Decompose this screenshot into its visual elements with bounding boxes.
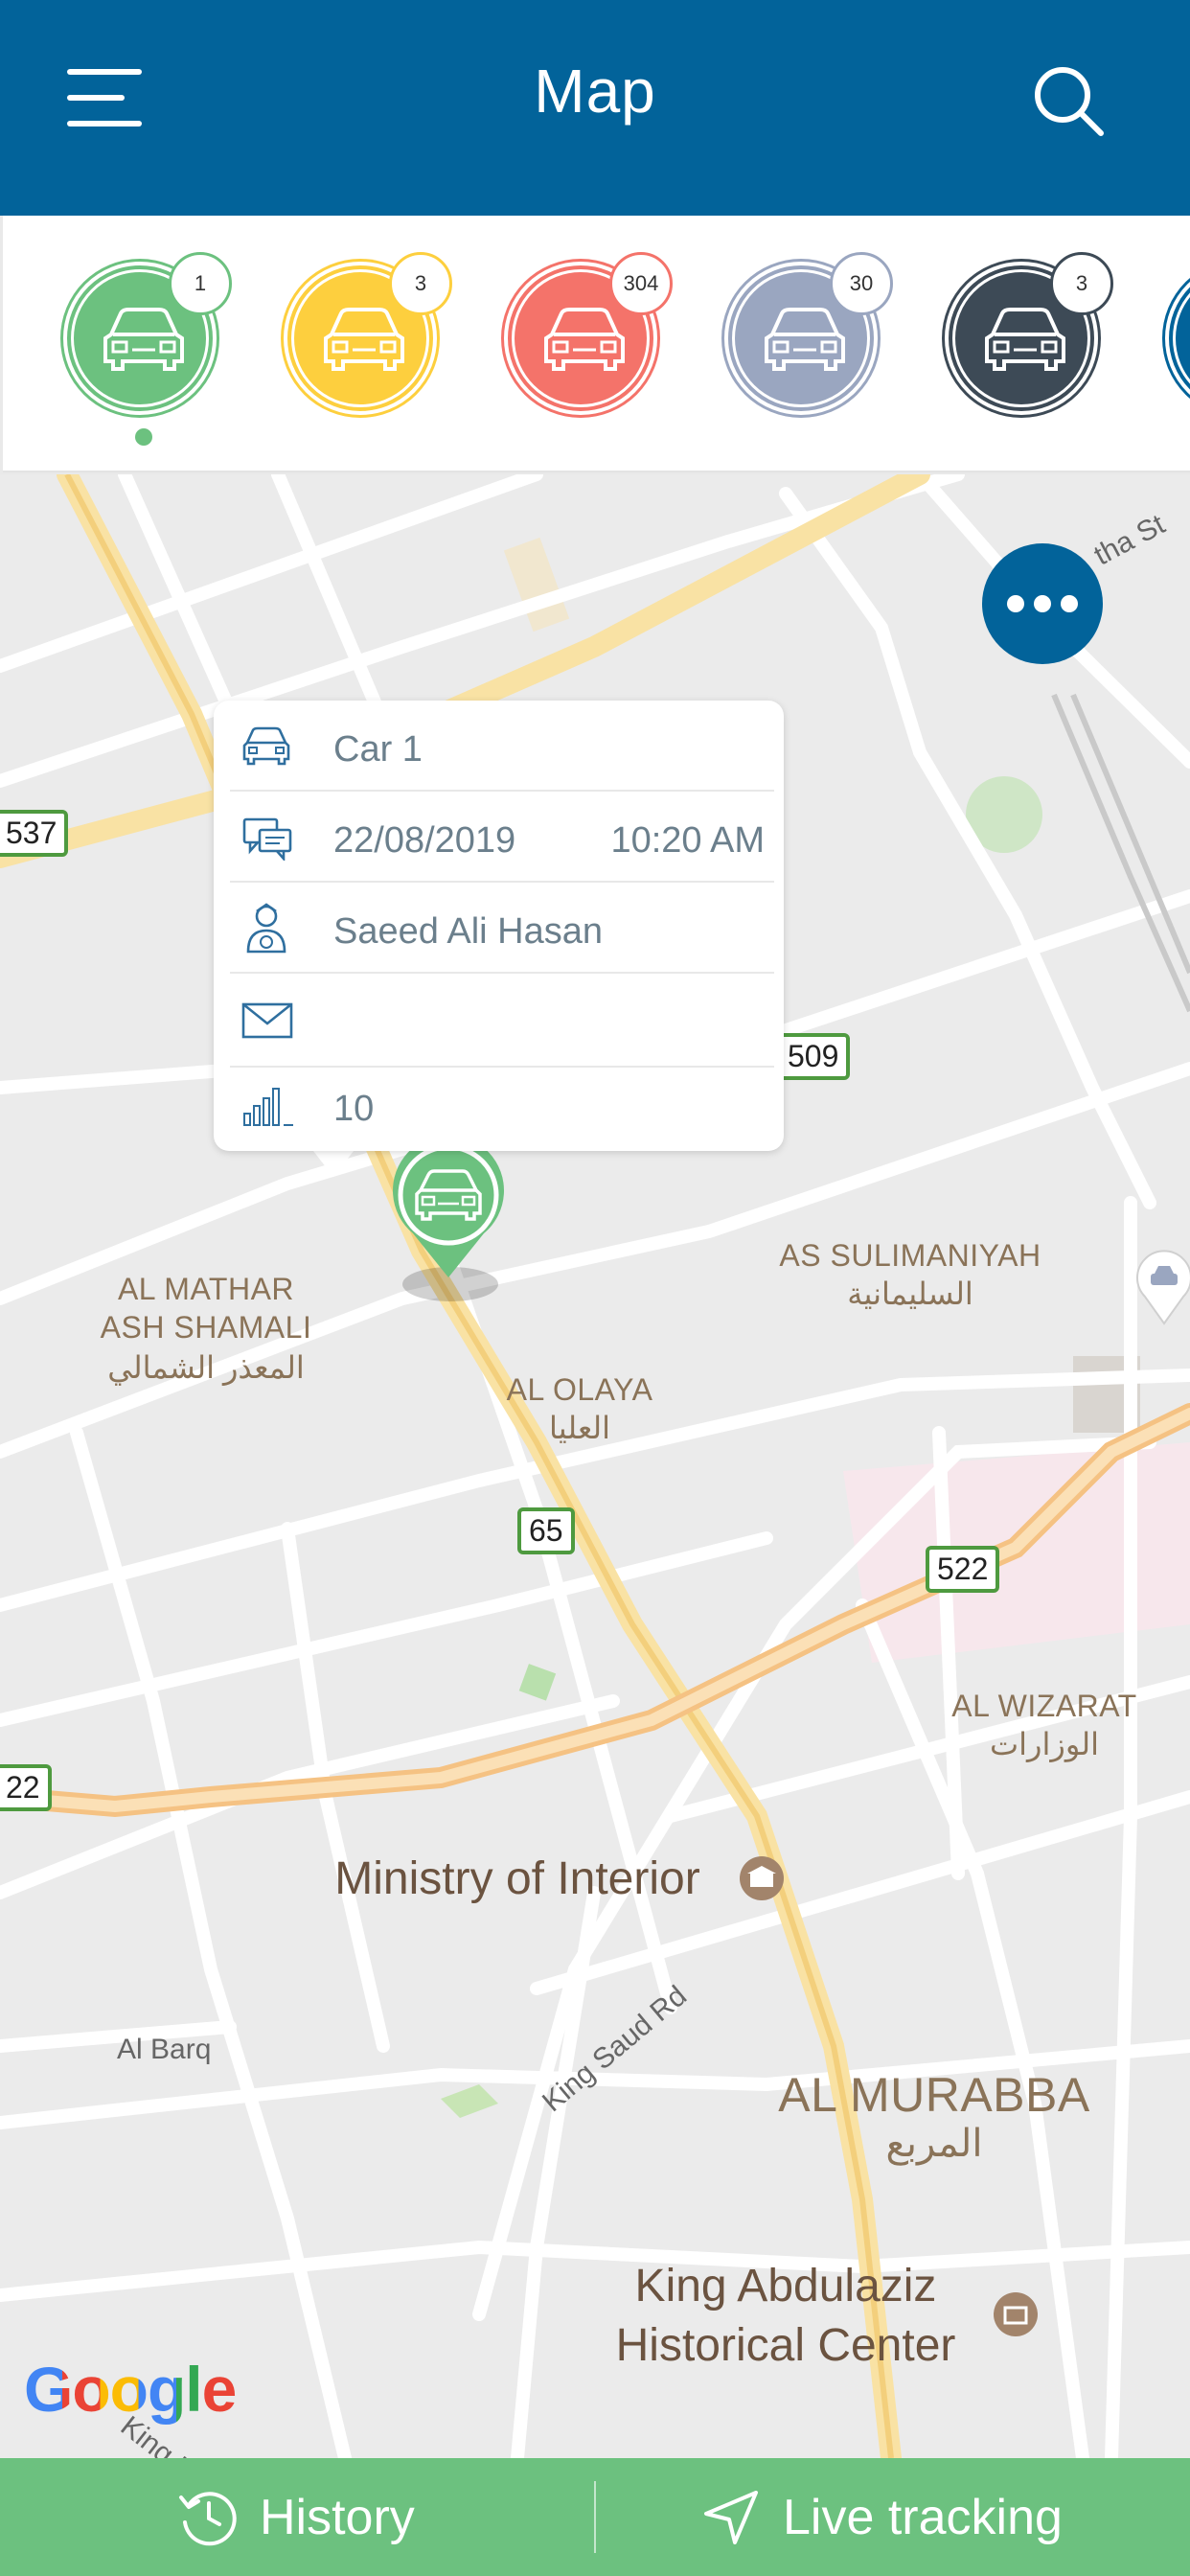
status-filter-all[interactable] xyxy=(1165,262,1190,415)
status-count-badge: 3 xyxy=(389,252,452,315)
divider xyxy=(594,2481,596,2553)
poi-label: Ministry of Interior xyxy=(334,1853,700,1904)
car-icon xyxy=(242,726,290,766)
car-icon xyxy=(544,308,625,371)
route-shield: 537 xyxy=(0,810,69,857)
status-count-badge: 3 xyxy=(1050,252,1113,315)
app-header: Map xyxy=(0,0,1190,216)
road-label: Al Barq xyxy=(117,2034,212,2065)
popup-row-email xyxy=(230,974,774,1068)
popup-date: 22/08/2019 xyxy=(333,820,516,861)
popup-signal: 10 xyxy=(333,1089,375,1129)
more-options-button[interactable] xyxy=(982,543,1103,664)
popup-driver: Saeed Ali Hasan xyxy=(333,911,603,952)
status-filter-inactive[interactable]: 3 xyxy=(945,252,1113,415)
vehicle-info-popup[interactable]: Car 1 22/08/2019 10:20 AM Saeed Ali Hasa… xyxy=(214,701,784,1151)
poi-museum-icon xyxy=(994,2292,1038,2336)
popup-row-driver: Saeed Ali Hasan xyxy=(230,883,774,974)
vehicle-marker-selected[interactable] xyxy=(386,1136,511,1279)
popup-row-datetime: 22/08/2019 10:20 AM xyxy=(230,792,774,883)
car-icon xyxy=(985,308,1065,371)
status-count-badge: 30 xyxy=(830,252,893,315)
car-icon xyxy=(324,308,404,371)
route-shield: 65 xyxy=(517,1507,575,1554)
poi-label: King Abdulaziz Historical Center xyxy=(615,2261,956,2371)
area-label-en: AL OLAYA xyxy=(506,1372,653,1407)
route-shield: 22 xyxy=(0,1764,52,1811)
area-label-en: AL MATHAR ASH SHAMALI xyxy=(100,1272,312,1345)
vehicle-marker-offline[interactable] xyxy=(1135,1249,1190,1325)
live-tracking-label: Live tracking xyxy=(783,2489,1063,2545)
poi-bank-icon xyxy=(740,1856,784,1900)
route-shield: 522 xyxy=(926,1546,1000,1593)
dot-icon xyxy=(1007,595,1024,612)
car-icon xyxy=(765,308,845,371)
mail-icon xyxy=(241,1002,293,1039)
attribution-text: Google xyxy=(24,2354,237,2425)
navigation-icon xyxy=(704,2490,758,2544)
status-filter-moving[interactable]: 1 xyxy=(63,252,232,415)
area-label-ar: العليا xyxy=(548,1411,611,1445)
signal-icon xyxy=(243,1088,293,1126)
chat-icon xyxy=(242,817,292,861)
status-count-badge: 304 xyxy=(609,252,673,315)
car-icon xyxy=(103,308,184,371)
area-label-ar: السليمانية xyxy=(847,1276,973,1311)
area-label-ar: المربع xyxy=(885,2123,983,2165)
status-filter-offline[interactable]: 30 xyxy=(724,252,893,415)
history-button[interactable]: History xyxy=(177,2458,415,2576)
live-tracking-button[interactable]: Live tracking xyxy=(702,2458,1063,2576)
bottom-action-bar: History Live tracking xyxy=(0,2458,1190,2576)
google-attribution: Google xyxy=(24,2353,237,2426)
history-label: History xyxy=(260,2489,415,2545)
popup-car-name: Car 1 xyxy=(333,729,423,770)
status-count-badge: 1 xyxy=(169,252,232,315)
popup-row-signal: 10 xyxy=(230,1068,774,1151)
status-filter-stopped[interactable]: 304 xyxy=(504,252,673,415)
dot-icon xyxy=(1034,595,1051,612)
area-label-en: AS SULIMANIYAH xyxy=(779,1238,1041,1273)
status-filter-strip: 1 3 304 30 3 xyxy=(3,216,1190,472)
area-label-en: AL MURABBA xyxy=(778,2068,1090,2122)
history-icon xyxy=(179,2491,237,2545)
dot-icon xyxy=(1061,595,1078,612)
status-filter-idle[interactable]: 3 xyxy=(284,252,452,415)
driver-icon xyxy=(246,903,286,954)
popup-row-car: Car 1 xyxy=(230,701,774,792)
route-shield: 509 xyxy=(776,1033,851,1080)
page-title: Map xyxy=(534,57,656,126)
area-label-en: AL WIZARAT xyxy=(951,1689,1137,1723)
popup-time: 10:20 AM xyxy=(610,820,765,861)
search-icon[interactable] xyxy=(1030,62,1107,139)
active-indicator xyxy=(135,428,152,446)
area-label-ar: المعذر الشمالي xyxy=(107,1350,305,1385)
area-label-ar: الوزارات xyxy=(990,1727,1099,1761)
